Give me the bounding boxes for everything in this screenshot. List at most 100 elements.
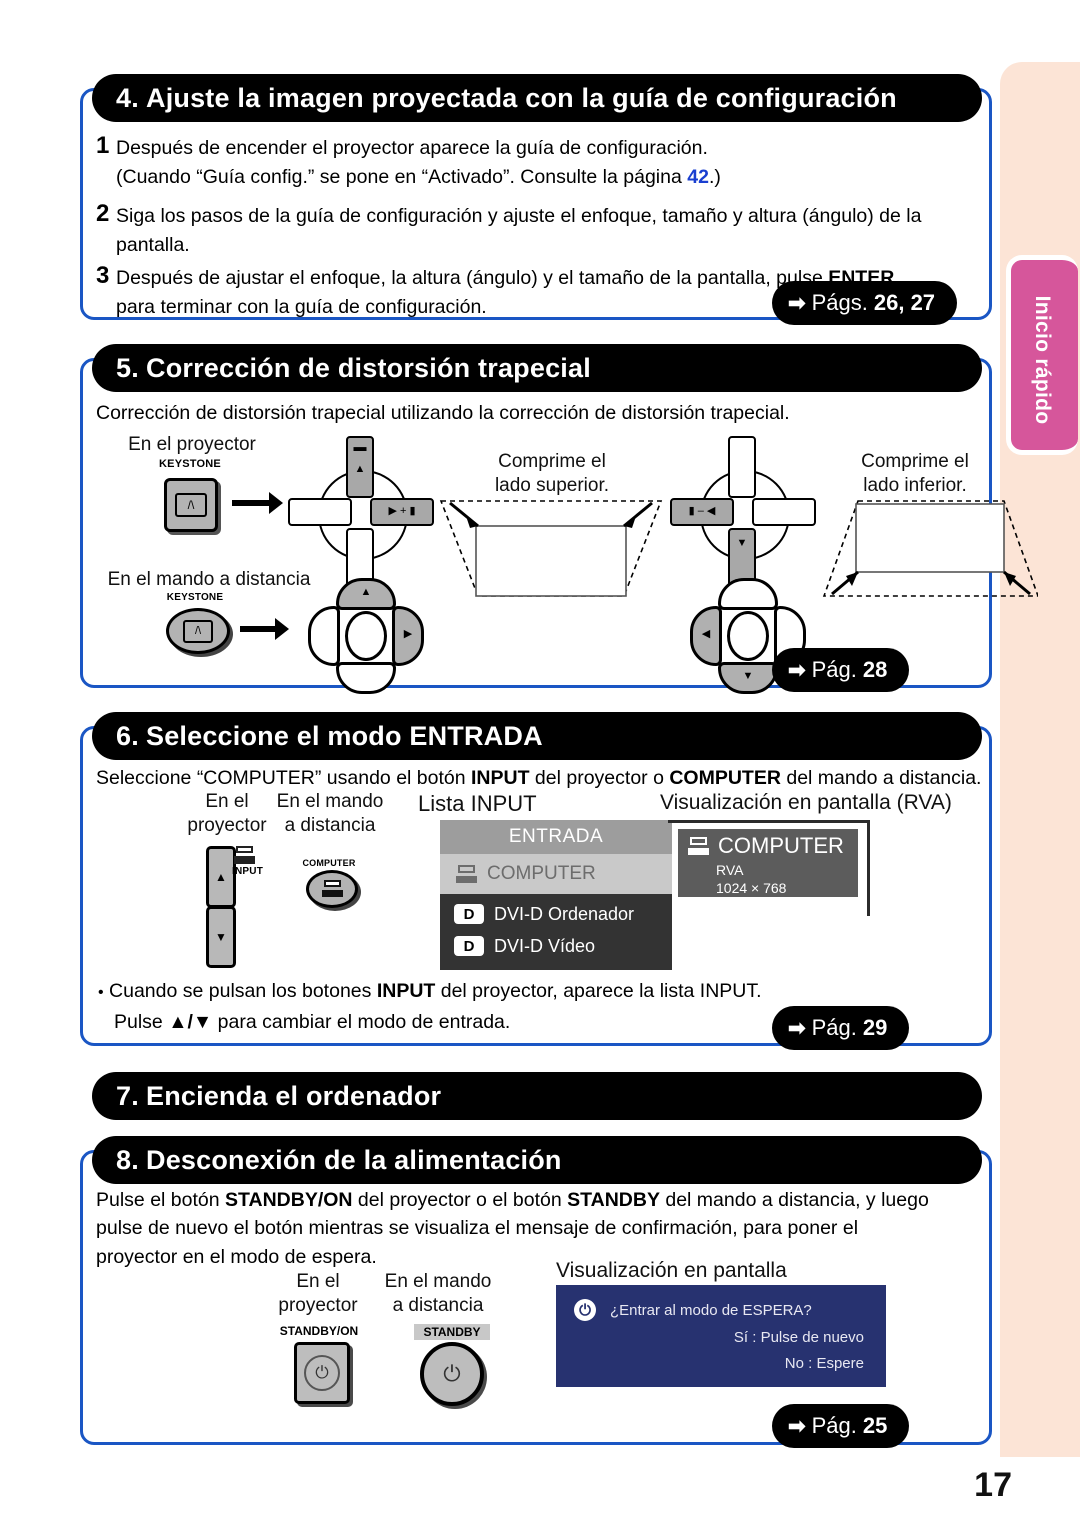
keystone-glyph-remote-icon: /\ xyxy=(183,619,213,643)
section-7-title: Encienda el ordenador xyxy=(146,1080,442,1111)
left-minus-icon: ▮ – ◀ xyxy=(688,505,716,517)
step-1-line-2-b: .) xyxy=(708,166,721,189)
label-proyector-s6-l1: En el xyxy=(205,791,249,812)
power-icon-projector: ⏻ xyxy=(304,1355,340,1391)
arrow-right-icon-s5: ➡ xyxy=(788,658,806,682)
s8-l1-e: del mando a distancia, y luego xyxy=(659,1189,929,1211)
page-ref-badge-s4[interactable]: ➡ Págs. 26, 27 xyxy=(772,281,958,325)
page-ref-value-s8: 25 xyxy=(862,1413,888,1438)
caption-comprime-superior-l1: Comprime el xyxy=(498,451,606,472)
s8-l1-a: Pulse el botón xyxy=(96,1189,226,1211)
dpad-down-left[interactable] xyxy=(336,662,396,694)
page-ref-label-s4: Págs. xyxy=(811,290,868,315)
section-5-header: 5. Corrección de distorsión trapecial xyxy=(92,344,982,392)
cluster-left-key-left[interactable] xyxy=(288,498,352,526)
section-8-header: 8. Desconexión de la alimentación xyxy=(92,1136,982,1184)
label-en-el-proyector-s5: En el proyector xyxy=(128,434,256,455)
input-list-osd: ENTRADA COMPUTER D DVI-D Ordenador D DVI… xyxy=(440,820,672,970)
input-list-row-dvi-d-video[interactable]: D DVI-D Vídeo xyxy=(440,930,672,962)
s6-note-a: Cuando se pulsan los botones xyxy=(109,980,377,1002)
caption-comprime-superior: Comprime el lado superior. xyxy=(452,450,652,498)
computer-button-label: COMPUTER xyxy=(302,858,356,868)
keystone-button-projector[interactable]: /\ xyxy=(164,478,218,532)
input-list-rows: D DVI-D Ordenador D DVI-D Vídeo xyxy=(440,894,672,970)
dpad-down-right[interactable]: ▼ xyxy=(718,662,778,694)
dpad-up-left[interactable]: ▲ xyxy=(336,578,396,610)
osd-standby-dialog: ⏻ ¿Entrar al modo de ESPERA? Sí : Pulse … xyxy=(556,1285,886,1387)
input-down-button[interactable]: ▼ xyxy=(206,906,236,968)
page-ref-badge-s8[interactable]: ➡ Pág. 25 xyxy=(772,1404,910,1448)
computer-source-icon xyxy=(234,846,255,866)
dpad-center-left[interactable] xyxy=(345,611,387,661)
step-1-line-2: (Cuando “Guía config.” se pone en “Activ… xyxy=(116,164,976,190)
step-1-line-2-a: (Cuando “Guía config.” se pone en “Activ… xyxy=(116,166,688,189)
trapezoid-bottom-figure xyxy=(822,500,1038,597)
dpad-up-right[interactable] xyxy=(718,578,778,610)
computer-button-remote[interactable] xyxy=(306,870,358,908)
computer-row-icon xyxy=(456,864,477,884)
standby-button-remote[interactable]: ⏻ xyxy=(420,1342,484,1406)
section-6-header: 6. Seleccione el modo ENTRADA xyxy=(92,712,982,760)
cluster-left-key-right[interactable]: ▮ – ◀ xyxy=(670,498,734,526)
page-ref-42: 42 xyxy=(687,166,709,189)
osd-rva-title-row: COMPUTER xyxy=(688,833,844,859)
page-ref-value-s4: 26, 27 xyxy=(873,290,936,315)
section-6-note-line-1: • Cuando se pulsan los botones INPUT del… xyxy=(98,978,978,1004)
input-list-row-label-1: DVI-D Ordenador xyxy=(494,903,635,924)
caption-comprime-superior-l2: lado superior. xyxy=(494,474,610,496)
label-visualizacion-s8: Visualización en pantalla xyxy=(556,1259,787,1282)
page-ref-label-s6: Pág. xyxy=(811,1015,857,1040)
osd-computer-icon xyxy=(688,836,709,856)
cluster-up-key-right[interactable] xyxy=(728,436,756,498)
section-6-title: Seleccione el modo ENTRADA xyxy=(146,720,543,751)
s6-note2-c: para cambiar el modo de entrada. xyxy=(212,1011,511,1034)
caption-comprime-inferior-l1: Comprime el xyxy=(861,451,969,472)
arrow-right-icon-s8: ➡ xyxy=(788,1414,806,1438)
standby-on-button[interactable]: ⏻ xyxy=(294,1342,350,1404)
page-ref-value-s5: 28 xyxy=(862,657,888,682)
input-up-button[interactable]: ▲ xyxy=(206,846,236,908)
standby-on-button-label: STANDBY/ON xyxy=(279,1324,359,1338)
label-mando-s8: En el mando a distancia xyxy=(374,1270,502,1318)
section-8-number: 8. xyxy=(116,1144,139,1175)
step-1-number: 1 xyxy=(96,132,110,159)
dvi-badge-icon-1: D xyxy=(454,904,484,924)
s6-intro-c: del proyector o xyxy=(529,767,670,789)
trapezoid-top-figure xyxy=(439,500,663,597)
section-5-title: Corrección de distorsión trapecial xyxy=(146,352,591,383)
label-visualizacion-rva: Visualización en pantalla (RVA) xyxy=(660,791,952,814)
dpad-right-left[interactable]: ▶ xyxy=(392,606,424,666)
page-ref-badge-s6[interactable]: ➡ Pág. 29 xyxy=(772,1006,910,1050)
label-en-el-mando-s5: En el mando a distancia xyxy=(107,569,311,590)
cluster-up-key-left[interactable]: ▲ ▬ xyxy=(346,436,374,498)
page-ref-badge-s5[interactable]: ➡ Pág. 28 xyxy=(772,648,910,692)
label-mando-s8-l2: a distancia xyxy=(392,1294,484,1316)
triangle-down-icon: ▼ xyxy=(736,537,748,549)
section-5-number: 5. xyxy=(116,352,139,383)
dpad-left-left[interactable] xyxy=(308,606,340,666)
osd-standby-question: ¿Entrar al modo de ESPERA? xyxy=(610,1301,812,1319)
label-mando-s6: En el mando a distancia xyxy=(268,790,392,838)
arrow-right-icon-s6: ➡ xyxy=(788,1016,806,1040)
input-list-header: ENTRADA xyxy=(440,820,672,854)
cluster-right-key-right[interactable] xyxy=(752,498,816,526)
label-proyector-s6-l2: proyector xyxy=(187,814,267,836)
section-8-line-2: pulse de nuevo el botón mientras se visu… xyxy=(96,1217,859,1240)
s6-note-input: INPUT xyxy=(376,980,436,1002)
cluster-right-key-left[interactable]: ▶ + ▮ xyxy=(370,498,434,526)
label-mando-s6-l1: En el mando xyxy=(276,791,384,812)
remote-dpad-left: ▲ ▶ xyxy=(308,578,424,694)
input-list-row-dvi-d-ordenador[interactable]: D DVI-D Ordenador xyxy=(440,898,672,930)
arrow-icon-remote xyxy=(240,618,289,640)
keystone-button-remote[interactable]: /\ xyxy=(166,608,230,654)
s6-note2-a: Pulse xyxy=(114,1011,169,1034)
s6-intro-a: Seleccione “COMPUTER” usando el botón xyxy=(96,767,472,789)
arrow-icon-projector xyxy=(232,492,283,514)
input-list-selected-row[interactable]: COMPUTER xyxy=(440,854,672,894)
page-ref-value-s6: 29 xyxy=(862,1015,888,1040)
s8-l1-c: del proyector o el botón xyxy=(352,1189,568,1211)
section-7-number: 7. xyxy=(116,1080,139,1111)
osd-standby-question-row: ⏻ ¿Entrar al modo de ESPERA? xyxy=(574,1299,812,1321)
dpad-left-right[interactable]: ◀ xyxy=(690,606,722,666)
dpad-center-right[interactable] xyxy=(727,611,769,661)
